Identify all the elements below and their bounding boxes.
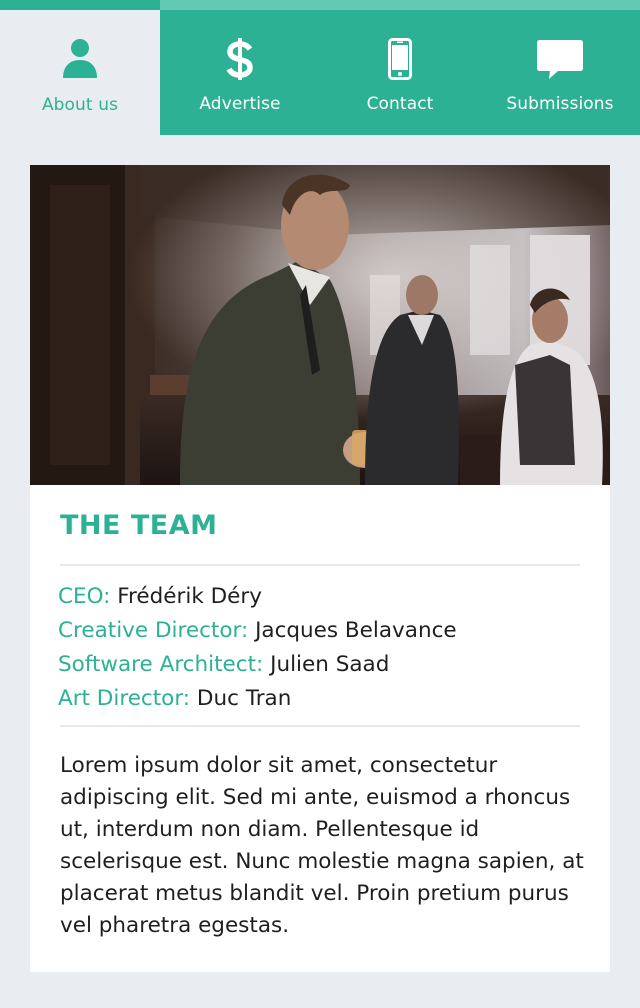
nav-label-submissions: Submissions [506,94,614,114]
team-card: THE TEAM CEO: Frédérik Déry Creative Dir… [30,165,610,972]
divider [60,725,580,727]
nav-label-contact: Contact [366,94,434,114]
member-name: Jacques Belavance [255,618,457,643]
member-name: Julien Saad [270,652,390,677]
top-navigation: About us Advertise Contact Submissions [0,0,640,135]
team-member-ceo: CEO: Frédérik Déry [58,580,580,614]
nav-label-advertise: Advertise [199,94,281,114]
nav-label-about-us: About us [41,95,119,115]
team-list: CEO: Frédérik Déry Creative Director: Ja… [58,580,580,716]
nav-tab-contact[interactable]: Contact [320,0,480,135]
member-name: Frédérik Déry [117,584,262,609]
divider [60,564,580,566]
phone-icon [388,38,412,80]
team-description: Lorem ipsum dolor sit amet, consectetur … [60,753,584,938]
nav-tab-submissions[interactable]: Submissions [480,0,640,135]
role-label: Art Director: [58,686,191,711]
team-photo [30,165,610,485]
dollar-icon [225,38,255,80]
team-member-art-director: Art Director: Duc Tran [58,682,580,716]
role-label: CEO: [58,584,111,609]
section-title: THE TEAM [60,510,218,541]
team-member-software-architect: Software Architect: Julien Saad [58,648,580,682]
chat-bubble-icon [536,38,584,80]
user-icon [62,38,98,80]
nav-tab-about-us[interactable]: About us [0,0,160,135]
nav-tab-advertise[interactable]: Advertise [160,0,320,135]
role-label: Creative Director: [58,618,249,643]
team-member-creative-director: Creative Director: Jacques Belavance [58,614,580,648]
role-label: Software Architect: [58,652,264,677]
member-name: Duc Tran [196,686,292,711]
